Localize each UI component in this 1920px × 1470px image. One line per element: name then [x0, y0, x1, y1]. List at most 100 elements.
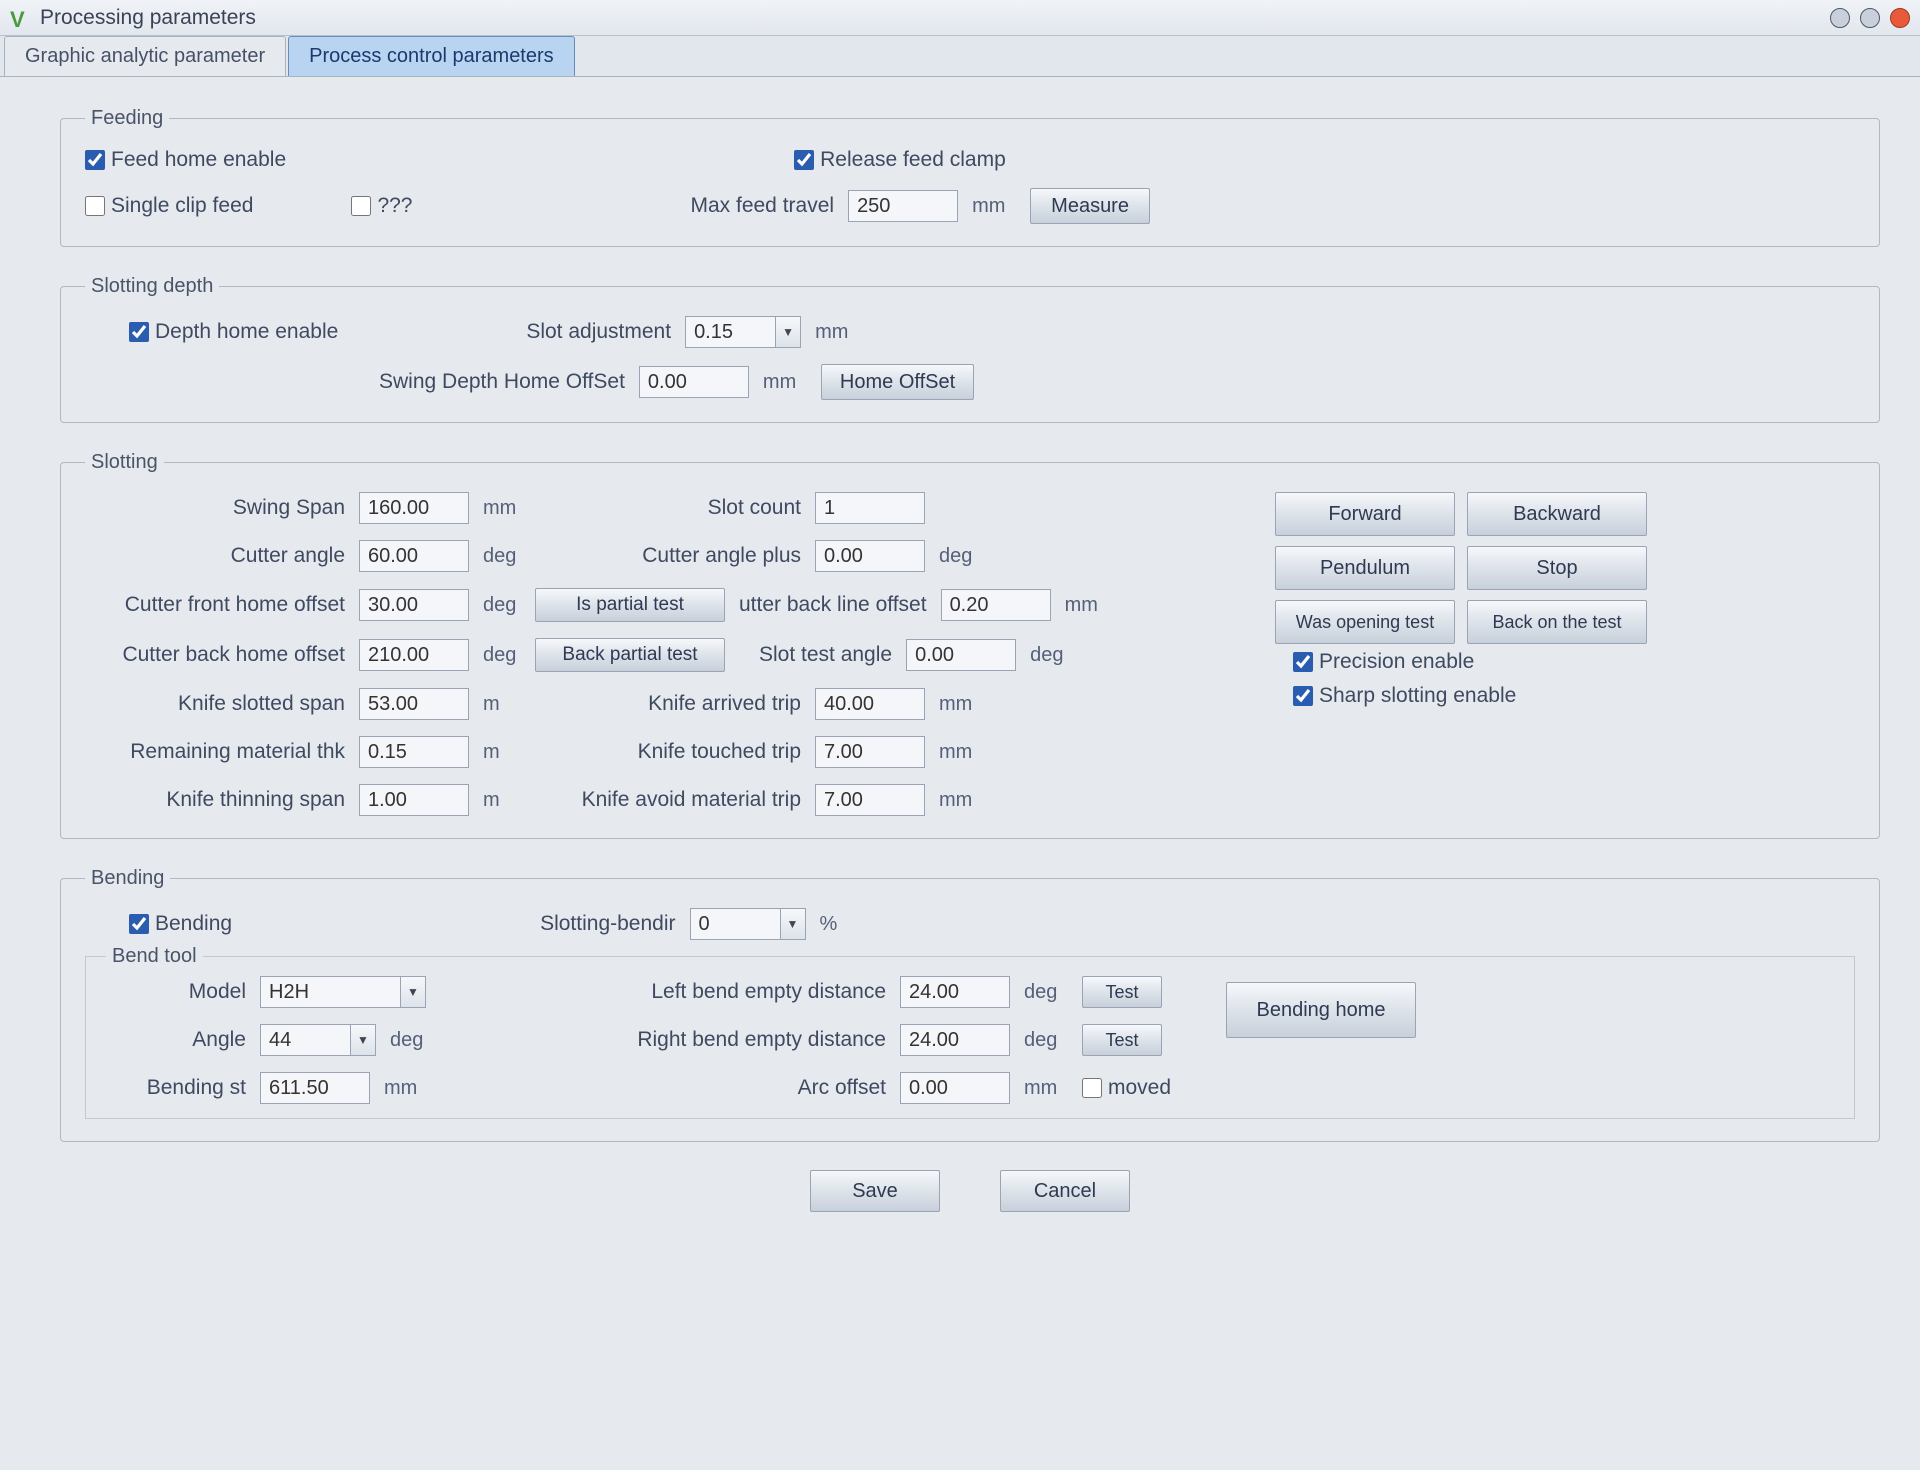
knife-slotted-span-input[interactable]: [359, 688, 469, 720]
angle-combo[interactable]: ▼: [260, 1024, 376, 1056]
max-feed-travel-unit: mm: [972, 195, 1016, 218]
slotting-bendir-label: Slotting-bendir: [540, 912, 675, 936]
test-left-button[interactable]: Test: [1082, 976, 1162, 1008]
angle-label: Angle: [106, 1028, 246, 1052]
stop-button[interactable]: Stop: [1467, 546, 1647, 590]
swing-span-label: Swing Span: [85, 496, 345, 520]
sharp-slotting-enable-checkbox[interactable]: Sharp slotting enable: [1293, 684, 1855, 708]
single-clip-feed-checkbox[interactable]: Single clip feed: [85, 194, 253, 218]
moved-checkbox[interactable]: moved: [1082, 1076, 1171, 1100]
bending-home-button[interactable]: Bending home: [1226, 982, 1416, 1038]
knife-touched-trip-label: Knife touched trip: [541, 740, 801, 764]
swing-span-input[interactable]: [359, 492, 469, 524]
unknown-checkbox[interactable]: ???: [351, 194, 412, 218]
titlebar: V Processing parameters: [0, 0, 1920, 36]
right-bend-empty-input[interactable]: [900, 1024, 1010, 1056]
swing-depth-home-offset-input[interactable]: [639, 366, 749, 398]
release-feed-clamp-checkbox[interactable]: Release feed clamp: [794, 148, 1006, 172]
depth-home-enable-checkbox[interactable]: Depth home enable: [129, 320, 338, 344]
group-bending: Bending Bending Slotting-bendir ▼ % Bend…: [60, 867, 1880, 1142]
sharp-slotting-enable-input[interactable]: [1293, 686, 1313, 706]
back-on-the-test-button[interactable]: Back on the test: [1467, 600, 1647, 644]
release-feed-clamp-input[interactable]: [794, 150, 814, 170]
back-partial-test-button[interactable]: Back partial test: [535, 638, 725, 672]
bending-input[interactable]: [129, 914, 149, 934]
cancel-button[interactable]: Cancel: [1000, 1170, 1130, 1212]
arc-offset-label: Arc offset: [586, 1076, 886, 1100]
depth-home-enable-input[interactable]: [129, 322, 149, 342]
slot-test-angle-label: Slot test angle: [759, 643, 892, 667]
content-panel: Feeding Feed home enable Release feed cl…: [0, 76, 1920, 1470]
dropdown-icon[interactable]: ▼: [350, 1024, 376, 1056]
single-clip-feed-input[interactable]: [85, 196, 105, 216]
bending-st-input[interactable]: [260, 1072, 370, 1104]
bending-checkbox[interactable]: Bending: [129, 912, 232, 936]
slot-test-angle-input[interactable]: [906, 639, 1016, 671]
slot-adjustment-unit: mm: [815, 321, 859, 344]
minimize-button[interactable]: [1830, 8, 1850, 28]
cutter-angle-label: Cutter angle: [85, 544, 345, 568]
cutter-angle-input[interactable]: [359, 540, 469, 572]
left-bend-empty-input[interactable]: [900, 976, 1010, 1008]
dropdown-icon[interactable]: ▼: [775, 316, 801, 348]
precision-enable-input[interactable]: [1293, 652, 1313, 672]
right-bend-empty-label: Right bend empty distance: [586, 1028, 886, 1052]
knife-thinning-span-input[interactable]: [359, 784, 469, 816]
is-partial-test-button[interactable]: Is partial test: [535, 588, 725, 622]
model-input[interactable]: [260, 976, 400, 1008]
slot-count-label: Slot count: [541, 496, 801, 520]
measure-button[interactable]: Measure: [1030, 188, 1150, 224]
tab-graphic-analytic[interactable]: Graphic analytic parameter: [4, 36, 286, 76]
slotting-bendir-combo[interactable]: ▼: [690, 908, 806, 940]
save-button[interactable]: Save: [810, 1170, 940, 1212]
model-combo[interactable]: ▼: [260, 976, 426, 1008]
slot-count-input[interactable]: [815, 492, 925, 524]
max-feed-travel-input[interactable]: [848, 190, 958, 222]
slot-adjustment-combo[interactable]: ▼: [685, 316, 801, 348]
remaining-material-thk-input[interactable]: [359, 736, 469, 768]
maximize-button[interactable]: [1860, 8, 1880, 28]
pendulum-button[interactable]: Pendulum: [1275, 546, 1455, 590]
swing-depth-home-offset-unit: mm: [763, 371, 807, 394]
unknown-input[interactable]: [351, 196, 371, 216]
dialog-actions: Save Cancel: [60, 1170, 1880, 1212]
dropdown-icon[interactable]: ▼: [780, 908, 806, 940]
dropdown-icon[interactable]: ▼: [400, 976, 426, 1008]
tab-process-control[interactable]: Process control parameters: [288, 36, 575, 76]
window: V Processing parameters Graphic analytic…: [0, 0, 1920, 1470]
cutter-back-line-offset-input[interactable]: [941, 589, 1051, 621]
slotting-bendir-input[interactable]: [690, 908, 780, 940]
moved-input[interactable]: [1082, 1078, 1102, 1098]
forward-button[interactable]: Forward: [1275, 492, 1455, 536]
group-slotting-depth: Slotting depth Depth home enable Slot ad…: [60, 275, 1880, 423]
was-opening-test-button[interactable]: Was opening test: [1275, 600, 1455, 644]
slot-adjustment-input[interactable]: [685, 316, 775, 348]
knife-touched-trip-input[interactable]: [815, 736, 925, 768]
backward-button[interactable]: Backward: [1467, 492, 1647, 536]
feed-home-enable-checkbox[interactable]: Feed home enable: [85, 148, 286, 172]
knife-slotted-span-label: Knife slotted span: [85, 692, 345, 716]
test-right-button[interactable]: Test: [1082, 1024, 1162, 1056]
group-bend-tool: Bend tool Model ▼ A: [85, 956, 1855, 1119]
close-button[interactable]: [1890, 8, 1910, 28]
left-bend-empty-label: Left bend empty distance: [586, 980, 886, 1004]
precision-enable-checkbox[interactable]: Precision enable: [1293, 650, 1855, 674]
angle-input[interactable]: [260, 1024, 350, 1056]
legend-bend-tool: Bend tool: [106, 945, 203, 968]
knife-arrived-trip-input[interactable]: [815, 688, 925, 720]
feed-home-enable-input[interactable]: [85, 150, 105, 170]
arc-offset-input[interactable]: [900, 1072, 1010, 1104]
max-feed-travel-label: Max feed travel: [690, 194, 834, 218]
group-feeding: Feeding Feed home enable Release feed cl…: [60, 107, 1880, 247]
cutter-back-line-offset-label: utter back line offset: [739, 593, 927, 617]
knife-thinning-span-label: Knife thinning span: [85, 788, 345, 812]
legend-slotting-depth: Slotting depth: [85, 275, 219, 298]
legend-slotting: Slotting: [85, 451, 164, 474]
knife-avoid-material-trip-input[interactable]: [815, 784, 925, 816]
cutter-angle-plus-input[interactable]: [815, 540, 925, 572]
cutter-front-home-offset-input[interactable]: [359, 589, 469, 621]
legend-feeding: Feeding: [85, 107, 169, 130]
cutter-back-home-offset-input[interactable]: [359, 639, 469, 671]
legend-bending: Bending: [85, 867, 170, 890]
home-offset-button[interactable]: Home OffSet: [821, 364, 974, 400]
